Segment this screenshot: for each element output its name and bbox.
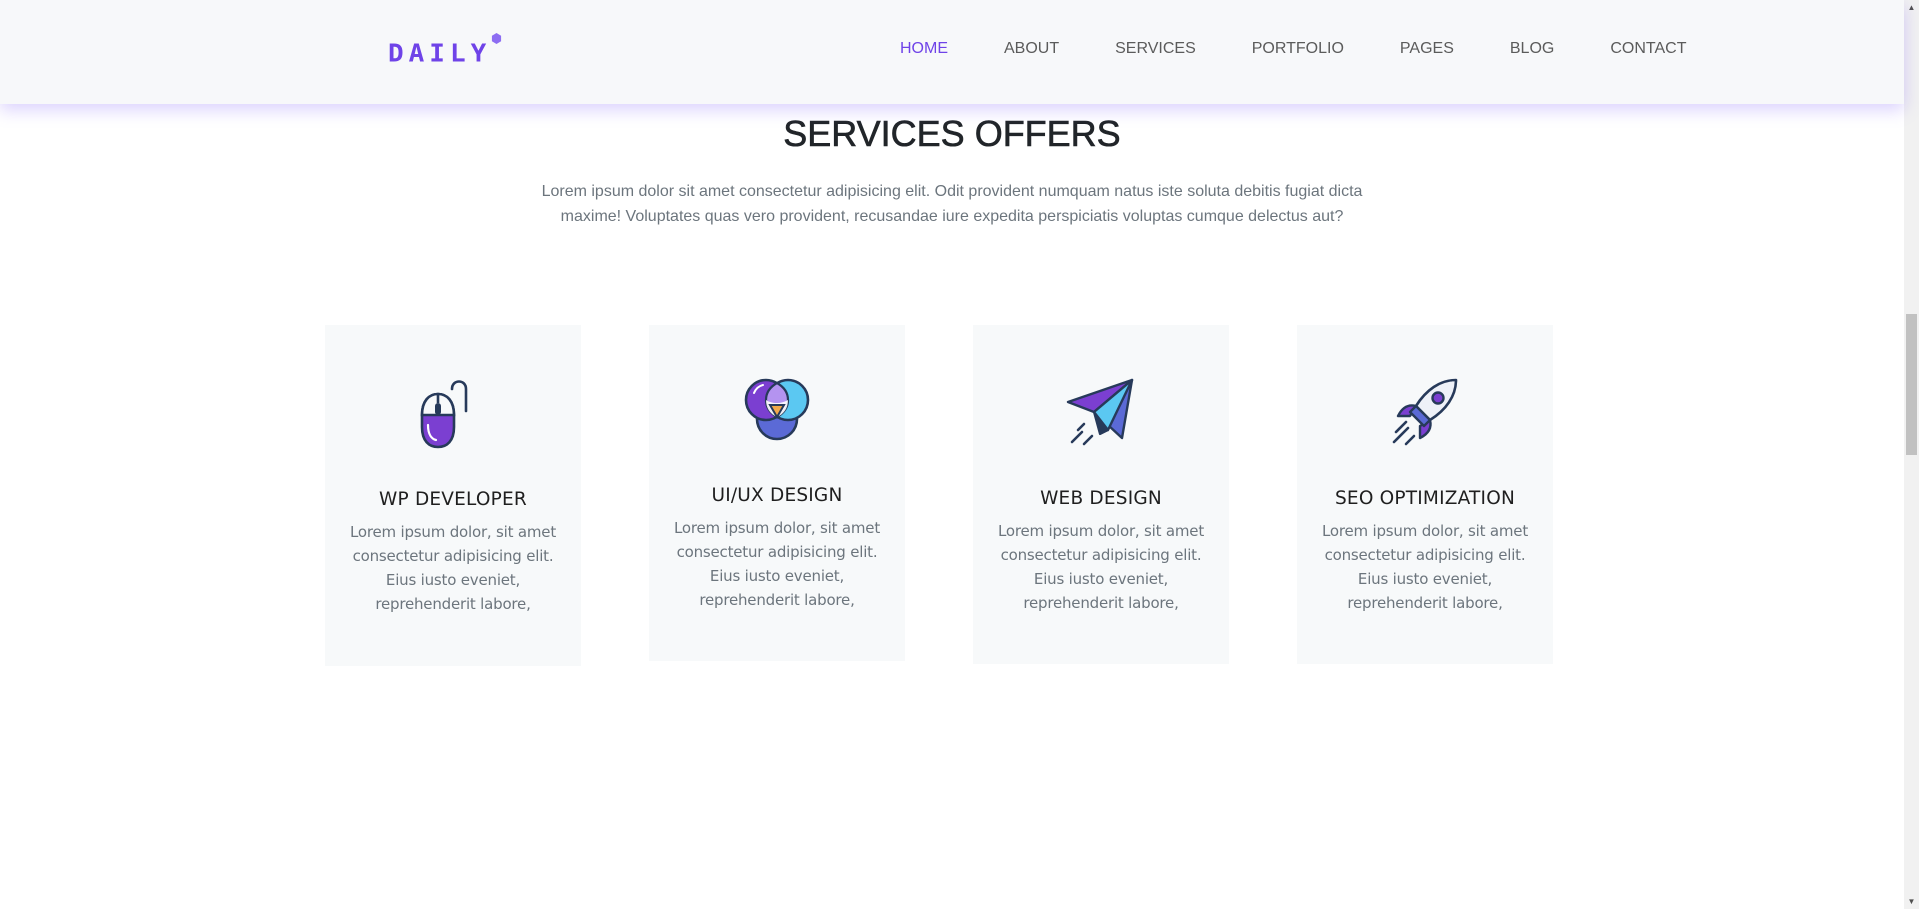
service-title: UI/UX DESIGN [711, 485, 843, 506]
nav-about-link[interactable]: ABOUT [1004, 40, 1059, 57]
rocket-icon [1392, 378, 1458, 446]
computer-mouse-icon [420, 380, 468, 449]
section-title: SERVICES OFFERS [783, 113, 1121, 155]
section-description: Lorem ipsum dolor sit amet consectetur a… [541, 183, 1363, 225]
service-card-wp-developer: WP DEVELOPER Lorem ipsum dolor, sit amet… [325, 325, 581, 666]
scroll-up-arrow-icon[interactable]: ▲ [1904, 0, 1919, 15]
page-scrollbar[interactable]: ▲ ▼ [1904, 0, 1919, 909]
nav-portfolio-link[interactable]: PORTFOLIO [1252, 40, 1344, 57]
nav-pages-link[interactable]: PAGES [1400, 40, 1454, 57]
logo-hexagon-icon [492, 33, 502, 44]
nav-blog-link[interactable]: BLOG [1510, 40, 1554, 57]
color-circles-icon [744, 378, 810, 441]
scroll-down-arrow-icon[interactable]: ▼ [1904, 894, 1919, 909]
logo-text: DAILY [388, 39, 492, 69]
service-title: WEB DESIGN [1040, 488, 1162, 509]
service-text: Lorem ipsum dolor, sit amet consectetur … [998, 522, 1204, 612]
service-text: Lorem ipsum dolor, sit amet consectetur … [1322, 522, 1528, 612]
site-header: DAILY HOME ABOUT SERVICES PORTFOLIO PAGE… [0, 0, 1904, 104]
service-title: WP DEVELOPER [379, 489, 527, 510]
service-card-ui-ux-design: UI/UX DESIGN Lorem ipsum dolor, sit amet… [649, 325, 905, 661]
service-text: Lorem ipsum dolor, sit amet consectetur … [350, 523, 556, 613]
service-card-seo-optimization: SEO OPTIMIZATION Lorem ipsum dolor, sit … [1297, 325, 1553, 664]
scrollbar-thumb[interactable] [1906, 314, 1917, 455]
paper-plane-icon [1066, 378, 1134, 446]
nav-home-link[interactable]: HOME [900, 40, 948, 57]
main-nav: HOME ABOUT SERVICES PORTFOLIO PAGES BLOG… [900, 0, 1742, 97]
service-title: SEO OPTIMIZATION [1334, 488, 1516, 509]
service-text: Lorem ipsum dolor, sit amet consectetur … [674, 519, 880, 609]
nav-contact-link[interactable]: CONTACT [1610, 40, 1686, 57]
service-card-web-design: WEB DESIGN Lorem ipsum dolor, sit amet c… [973, 325, 1229, 664]
nav-services-link[interactable]: SERVICES [1115, 40, 1196, 57]
site-logo[interactable]: DAILY [388, 33, 502, 71]
